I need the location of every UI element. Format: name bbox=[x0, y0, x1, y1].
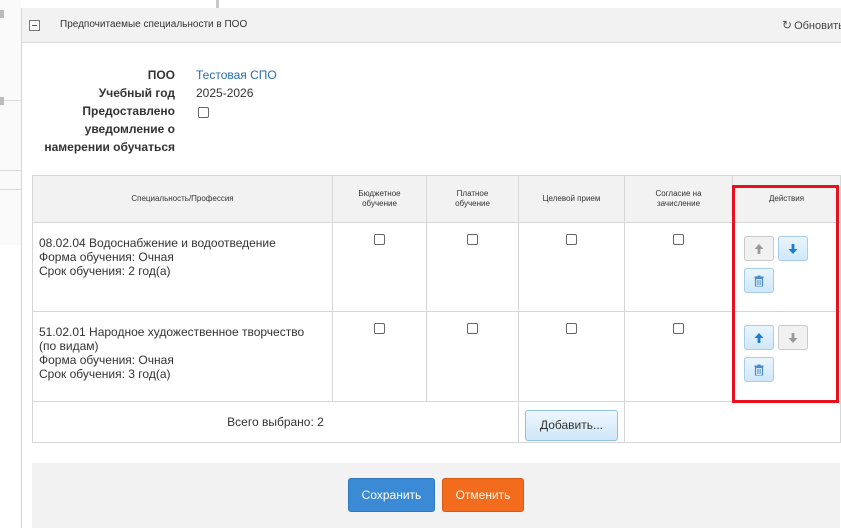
move-up-button[interactable] bbox=[744, 236, 774, 261]
specialty-name: 51.02.01 Народное художественное творчес… bbox=[39, 325, 305, 339]
total-selected: Всего выбрано: 2 bbox=[227, 415, 324, 429]
study-form: Форма обучения: Очная bbox=[39, 250, 174, 264]
background-divider bbox=[0, 189, 21, 190]
budget-checkbox[interactable] bbox=[374, 323, 385, 334]
dialog-header: Предпочитаемые специальности в ПОО ↻ Обно… bbox=[22, 8, 841, 43]
move-up-button[interactable] bbox=[744, 325, 774, 350]
consent-checkbox[interactable] bbox=[673, 323, 684, 334]
trash-icon bbox=[754, 364, 764, 375]
background-page-left bbox=[0, 0, 22, 245]
arrow-up-icon bbox=[754, 243, 764, 254]
notice-label-line1: Предоставлено bbox=[82, 104, 175, 118]
table-row: 51.02.01 Народное художественное творчес… bbox=[32, 311, 841, 402]
specialty-cell: 08.02.04 Водоснабжение и водоотведение Ф… bbox=[32, 222, 333, 312]
paid-checkbox[interactable] bbox=[467, 323, 478, 334]
background-tick bbox=[0, 97, 4, 105]
header-target: Целевой прием bbox=[518, 175, 625, 223]
arrow-up-icon bbox=[754, 332, 764, 343]
trash-icon bbox=[754, 275, 764, 286]
dialog-title: Предпочитаемые специальности в ПОО bbox=[60, 19, 248, 30]
background-divider bbox=[0, 170, 21, 171]
header-paid: Платное обучение bbox=[426, 175, 519, 223]
table-row: 08.02.04 Водоснабжение и водоотведение Ф… bbox=[32, 222, 841, 312]
notice-label-line2: уведомление о bbox=[84, 122, 175, 136]
delete-button[interactable] bbox=[744, 357, 774, 382]
specialties-table: Специальность/Профессия Бюджетное обучени… bbox=[32, 175, 841, 443]
specialty-cell: 51.02.01 Народное художественное творчес… bbox=[32, 311, 333, 402]
background-tick bbox=[0, 10, 4, 18]
target-checkbox[interactable] bbox=[566, 323, 577, 334]
paid-checkbox[interactable] bbox=[467, 234, 478, 245]
header-actions: Действия bbox=[732, 175, 841, 223]
refresh-button[interactable]: ↻ Обновить bbox=[782, 18, 841, 32]
delete-button[interactable] bbox=[744, 268, 774, 293]
move-down-button[interactable] bbox=[778, 325, 808, 350]
move-down-button[interactable] bbox=[778, 236, 808, 261]
header-consent: Согласие на зачисление bbox=[624, 175, 733, 223]
add-specialty-button[interactable]: Добавить... bbox=[525, 410, 618, 441]
cancel-button[interactable]: Отменить bbox=[442, 478, 524, 512]
notice-label-line3: намерении обучаться bbox=[44, 140, 175, 154]
study-duration: Срок обучения: 3 год(а) bbox=[39, 367, 171, 381]
collapse-icon[interactable] bbox=[29, 20, 40, 31]
header-budget: Бюджетное обучение bbox=[332, 175, 427, 223]
refresh-icon: ↻ bbox=[782, 18, 793, 32]
table-header-row: Специальность/Профессия Бюджетное обучени… bbox=[32, 175, 841, 223]
header-specialty: Специальность/Профессия bbox=[32, 175, 333, 223]
save-button[interactable]: Сохранить bbox=[348, 478, 435, 512]
study-duration: Срок обучения: 2 год(а) bbox=[39, 264, 171, 278]
dialog-footer: Сохранить Отменить bbox=[32, 463, 840, 528]
preferred-specialties-dialog: Предпочитаемые специальности в ПОО ↻ Обно… bbox=[21, 8, 841, 528]
budget-checkbox[interactable] bbox=[374, 234, 385, 245]
notice-checkbox[interactable] bbox=[198, 107, 209, 118]
year-value: 2025-2026 bbox=[196, 86, 254, 100]
specialty-name: 08.02.04 Водоснабжение и водоотведение bbox=[39, 236, 276, 250]
target-checkbox[interactable] bbox=[566, 234, 577, 245]
arrow-down-icon bbox=[788, 332, 798, 343]
poo-value-link[interactable]: Тестовая СПО bbox=[196, 68, 277, 82]
specialty-name-cont: (по видам) bbox=[39, 339, 99, 353]
study-form: Форма обучения: Очная bbox=[39, 353, 174, 367]
refresh-label: Обновить bbox=[794, 20, 841, 32]
consent-checkbox[interactable] bbox=[673, 234, 684, 245]
poo-label: ПОО bbox=[147, 68, 175, 82]
year-label: Учебный год bbox=[98, 86, 175, 100]
arrow-down-icon bbox=[788, 243, 798, 254]
background-topbar bbox=[21, 0, 841, 8]
table-total-row: Всего выбрано: 2 Добавить... bbox=[32, 401, 841, 443]
